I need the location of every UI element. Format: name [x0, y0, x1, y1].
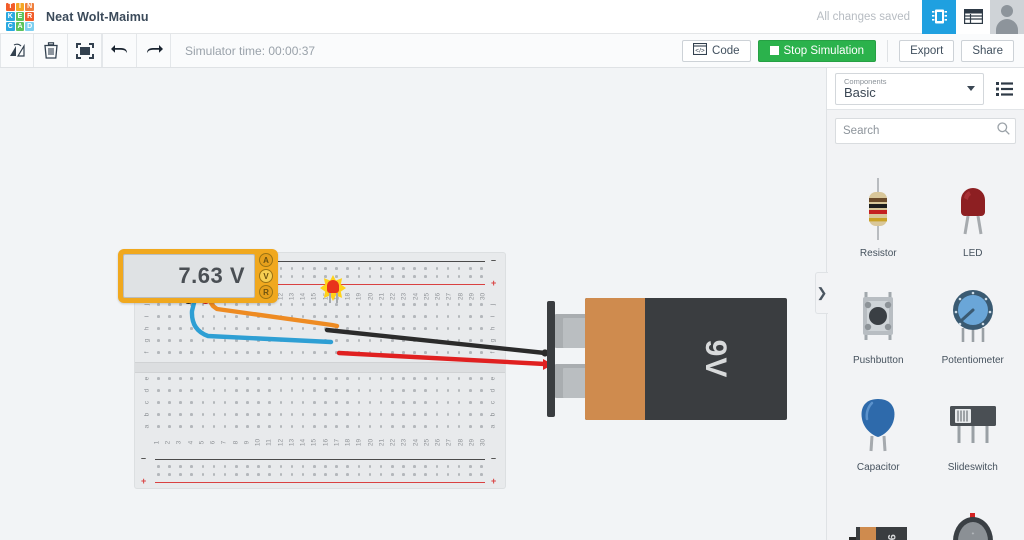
battery-band: [585, 298, 645, 420]
capacitor-icon: [856, 387, 900, 459]
dropdown-labels: Components Basic: [844, 77, 887, 100]
circuit-chip-icon[interactable]: [922, 0, 956, 34]
toolbar-actions: </> Code Stop Simulation Export Share: [682, 39, 1024, 62]
orange-wire: [206, 297, 340, 329]
logo-tile-c-6: C: [6, 21, 15, 31]
rotate-icon[interactable]: [0, 34, 34, 67]
component-tile-coincell[interactable]: + COIN BATTERY CR 2032 3.0V: [926, 481, 1021, 540]
component-tile-label: Capacitor: [856, 462, 900, 473]
led-leg-cathode: [336, 293, 338, 303]
component-tile-label: Pushbutton: [852, 355, 904, 366]
components-grid: Resistor LED Pushbutton Potentiometer Ca…: [827, 152, 1024, 540]
components-category-dropdown[interactable]: Components Basic: [835, 72, 984, 105]
save-status: All changes saved: [816, 10, 910, 23]
led-icon: [953, 173, 993, 245]
export-button[interactable]: Export: [899, 39, 955, 62]
component-tile-label: Slideswitch: [947, 462, 998, 473]
led-body: [327, 280, 339, 293]
panel-collapse-handle[interactable]: ❯: [815, 272, 828, 314]
battery-terminal-negative-inner: [563, 318, 587, 348]
component-tile-led[interactable]: LED: [926, 160, 1021, 261]
stop-simulation-label: Stop Simulation: [783, 44, 865, 57]
led-component[interactable]: [320, 275, 346, 303]
logo-tile-e-4: E: [15, 12, 25, 21]
header-right-group: All changes saved: [817, 0, 1024, 34]
share-button-label: Share: [972, 44, 1003, 57]
simulator-time: Simulator time: 00:00:37: [185, 43, 316, 58]
dropdown-value: Basic: [844, 84, 876, 100]
redo-icon[interactable]: [137, 34, 171, 67]
search-box[interactable]: [835, 118, 1016, 144]
panel-search-area: [827, 110, 1024, 152]
share-button[interactable]: Share: [961, 39, 1014, 62]
component-tile-label: LED: [963, 248, 983, 259]
delete-icon[interactable]: [34, 34, 68, 67]
component-tile-slideswitch[interactable]: Slideswitch: [926, 374, 1021, 475]
stop-simulation-button[interactable]: Stop Simulation: [757, 39, 877, 62]
search-icon[interactable]: [997, 122, 1010, 140]
component-tile-label: Resistor: [859, 248, 897, 259]
svg-text:</>: </>: [695, 48, 705, 55]
fit-to-view-icon[interactable]: [68, 34, 102, 67]
multimeter-mode-resistance[interactable]: R: [259, 285, 273, 299]
chevron-down-icon: [967, 86, 975, 91]
led-leg-anode: [329, 293, 331, 303]
panel-list-view-icon[interactable]: [992, 77, 1016, 101]
multimeter-screen: 7.63 V: [123, 254, 255, 298]
logo-tile-i-1: I: [15, 2, 25, 12]
undo-icon[interactable]: [103, 34, 137, 67]
code-button[interactable]: </> Code: [682, 39, 751, 62]
multimeter-mode-group: A V R: [259, 253, 273, 299]
search-input[interactable]: [843, 125, 997, 137]
components-panel: ❯ Components Basic Search Resistor LED P…: [815, 68, 1024, 540]
code-button-label: Code: [712, 44, 740, 57]
editor-toolbar: Simulator time: 00:00:37 </> Code Stop S…: [0, 34, 1024, 68]
red-wire: [336, 350, 548, 367]
app-header: TIN KER CAD Neat Wolt-Maimu All changes sa…: [0, 0, 1024, 34]
coincell-icon: + COIN BATTERY CR 2032 3.0V: [949, 505, 997, 540]
resistor-icon: [861, 173, 895, 245]
battery9v-icon: 9V: [847, 505, 909, 540]
list-view-icon[interactable]: [956, 0, 990, 34]
tinkercad-circuits-app: TINKERCAD Neat Wolt-Maimu All changes sa…: [0, 0, 1024, 540]
tinkercad-logo[interactable]: TIN KER CAD: [6, 2, 34, 31]
component-tile-label: Potentiometer: [941, 355, 1004, 366]
logo-tile-t-0: T: [6, 2, 15, 12]
logo-tile-n-2: N: [25, 2, 34, 12]
toolbar-divider: [887, 39, 889, 62]
avatar[interactable]: [990, 0, 1024, 34]
component-tile-resistor[interactable]: Resistor: [831, 160, 926, 261]
svg-text:9V: 9V: [885, 534, 897, 540]
svg-text:+: +: [971, 531, 974, 536]
panel-header: Components Basic: [827, 68, 1024, 110]
circuit-canvas[interactable]: ––++123456789101112131415161718192021222…: [0, 68, 826, 540]
potentiometer-icon: [950, 280, 996, 352]
battery-label: 9V: [699, 339, 732, 379]
component-tile-battery9v[interactable]: 9V: [831, 481, 926, 540]
logo-tile-k-3: K: [6, 12, 15, 21]
slideswitch-icon: [946, 387, 1000, 459]
multimeter-reading: 7.63 V: [178, 263, 245, 288]
multimeter[interactable]: 7.63 V A V R: [118, 249, 278, 303]
logo-tile-a-7: A: [15, 21, 25, 31]
document-title[interactable]: Neat Wolt-Maimu: [46, 10, 149, 24]
code-icon: </>: [692, 42, 708, 58]
battery-cap: [547, 301, 555, 417]
battery-terminal-positive-inner: [563, 368, 587, 398]
component-tile-potentiometer[interactable]: Potentiometer: [926, 267, 1021, 368]
component-tile-pushbutton[interactable]: Pushbutton: [831, 267, 926, 368]
logo-tile-r-5: R: [25, 12, 34, 21]
battery-9v[interactable]: 9V: [547, 298, 787, 420]
logo-tile-d-8: D: [25, 21, 34, 31]
stop-square-icon: [769, 46, 779, 55]
multimeter-mode-volts[interactable]: V: [259, 269, 273, 283]
multimeter-mode-amps[interactable]: A: [259, 253, 273, 267]
black-wire: [324, 327, 548, 356]
component-tile-capacitor[interactable]: Capacitor: [831, 374, 926, 475]
pushbutton-icon: [856, 280, 900, 352]
export-button-label: Export: [910, 44, 944, 57]
